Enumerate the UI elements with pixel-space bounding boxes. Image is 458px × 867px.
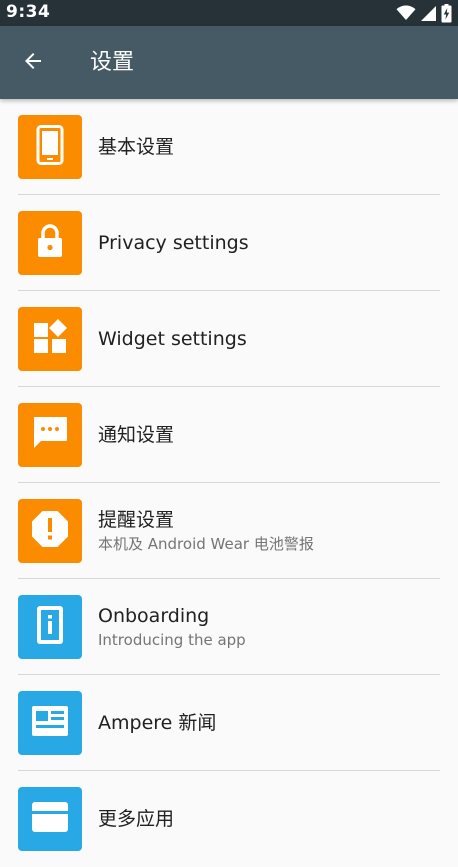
item-icon-tile — [18, 403, 82, 467]
status-bar: 9:34 — [0, 0, 458, 26]
item-texts: Widget settings — [98, 291, 247, 387]
item-texts: Onboarding Introducing the app — [98, 579, 246, 675]
settings-item-basic[interactable]: 基本设置 — [0, 99, 458, 195]
settings-item-more-apps[interactable]: 更多应用 — [0, 771, 458, 867]
item-icon-tile — [18, 595, 82, 659]
info-phone-icon — [36, 605, 64, 649]
item-icon-tile — [18, 691, 82, 755]
settings-item-notifications[interactable]: 通知设置 — [0, 387, 458, 483]
item-texts: Ampere 新闻 — [98, 675, 216, 771]
battery-charging-icon — [441, 3, 452, 23]
wifi-icon — [396, 5, 416, 21]
item-title: Ampere 新闻 — [98, 712, 217, 734]
status-icons — [396, 3, 452, 23]
item-texts: 基本设置 — [98, 99, 174, 195]
item-subtitle: Introducing the app — [98, 631, 246, 649]
chat-bubble-icon — [31, 415, 69, 455]
item-title: Onboarding — [98, 605, 210, 627]
item-icon-tile — [18, 115, 82, 179]
news-icon — [31, 705, 69, 741]
item-subtitle: 本机及 Android Wear 电池警报 — [98, 535, 314, 553]
settings-item-onboarding[interactable]: Onboarding Introducing the app — [0, 579, 458, 675]
arrow-back-icon — [21, 49, 45, 77]
phone-icon — [35, 125, 65, 169]
item-texts: 更多应用 — [98, 771, 174, 867]
app-bar: 设置 — [0, 26, 458, 99]
item-title: 通知设置 — [98, 424, 175, 446]
back-button[interactable] — [12, 42, 54, 84]
item-icon-tile — [18, 307, 82, 371]
settings-item-widgets[interactable]: Widget settings — [0, 291, 458, 387]
lock-icon — [35, 223, 65, 263]
alert-octagon-icon — [31, 510, 69, 552]
settings-item-alerts[interactable]: 提醒设置 本机及 Android Wear 电池警报 — [0, 483, 458, 579]
item-icon-tile — [18, 211, 82, 275]
item-title: 提醒设置 — [98, 509, 175, 531]
page-title: 设置 — [90, 50, 135, 75]
item-texts: 通知设置 — [98, 387, 174, 483]
apps-icon — [31, 801, 69, 837]
settings-item-privacy[interactable]: Privacy settings — [0, 195, 458, 291]
item-title: Privacy settings — [98, 232, 249, 254]
item-texts: 提醒设置 本机及 Android Wear 电池警报 — [98, 483, 314, 579]
settings-list: 基本设置 Privacy settings Widget settings 通知… — [0, 99, 458, 867]
item-icon-tile — [18, 787, 82, 851]
item-title: 更多应用 — [98, 808, 175, 830]
settings-item-news[interactable]: Ampere 新闻 — [0, 675, 458, 771]
widgets-icon — [32, 319, 68, 359]
item-title: 基本设置 — [98, 136, 175, 158]
item-texts: Privacy settings — [98, 195, 249, 291]
status-time: 9:34 — [6, 2, 51, 22]
cell-signal-icon — [420, 5, 437, 22]
item-icon-tile — [18, 499, 82, 563]
item-title: Widget settings — [98, 328, 247, 350]
